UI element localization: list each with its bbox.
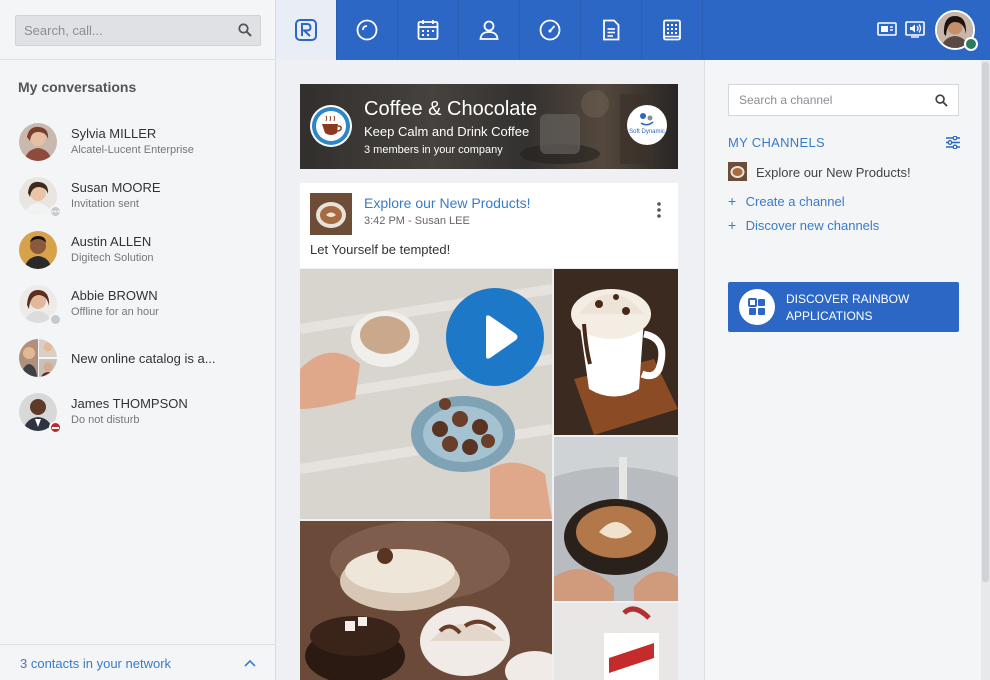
- festive-drink-image[interactable]: [554, 603, 678, 680]
- channel-feed: Coffee & Chocolate Keep Calm and Drink C…: [276, 60, 704, 680]
- discover-channels-link[interactable]: + Discover new channels: [728, 217, 879, 233]
- speaker-icon[interactable]: [905, 20, 925, 38]
- discover-applications-label: DISCOVER RAINBOW APPLICATIONS: [786, 292, 910, 323]
- nav-recent[interactable]: [337, 0, 398, 60]
- post-card: Explore our New Products! 3:42 PM - Susa…: [300, 183, 678, 268]
- nav-contacts[interactable]: [459, 0, 520, 60]
- discover-channels-label: Discover new channels: [745, 218, 880, 233]
- plus-icon: +: [728, 217, 737, 233]
- offline-status-icon: [49, 313, 62, 326]
- channel-search-box[interactable]: [728, 84, 959, 116]
- nav-dashboard[interactable]: [520, 0, 581, 60]
- divider: [0, 59, 276, 60]
- search-call-input[interactable]: [16, 16, 226, 45]
- plus-icon: +: [728, 193, 737, 209]
- conversation-item-group[interactable]: New online catalog is a...: [0, 339, 275, 389]
- channel-logo: [310, 105, 352, 147]
- conversation-item-james-thompson[interactable]: James THOMPSON Do not disturb: [0, 393, 275, 443]
- contact-icon: [479, 20, 499, 40]
- post-meta: 3:42 PM - Susan LEE: [364, 215, 470, 227]
- conversations-heading: My conversations: [18, 79, 137, 95]
- conversation-item-susan-moore[interactable]: Susan MOORE Invitation sent: [0, 177, 275, 227]
- search-icon[interactable]: [935, 94, 948, 107]
- chocolate-desserts-image[interactable]: [300, 521, 552, 680]
- document-icon: [603, 19, 620, 41]
- channel-subtitle: Keep Calm and Drink Coffee: [364, 124, 530, 139]
- rainbow-logo-icon: [295, 19, 317, 41]
- conversation-item-austin-allen[interactable]: Austin ALLEN Digitech Solution: [0, 231, 275, 281]
- channel-title: Coffee & Chocolate: [364, 98, 538, 120]
- recent-icon: [356, 19, 378, 41]
- contact-name: Abbie BROWN: [71, 288, 158, 303]
- presence-status-icon: [964, 37, 978, 51]
- contact-status-text: Invitation sent: [71, 198, 139, 210]
- channel-banner: Coffee & Chocolate Keep Calm and Drink C…: [300, 84, 678, 169]
- do-not-disturb-icon: [49, 421, 62, 434]
- contact-status-text: Offline for an hour: [71, 306, 159, 318]
- contact-company: Alcatel-Lucent Enterprise: [71, 144, 194, 156]
- my-channels-heading: MY CHANNELS: [728, 135, 825, 150]
- avatar: [19, 123, 57, 161]
- network-footer[interactable]: 3 contacts in your network: [0, 644, 276, 680]
- nav-files[interactable]: [581, 0, 642, 60]
- channel-name: Explore our New Products!: [756, 165, 911, 180]
- phone-card-icon[interactable]: [877, 20, 897, 38]
- post-media-gallery: [300, 269, 678, 680]
- scrollbar-thumb[interactable]: [982, 62, 989, 582]
- contact-name: James THOMPSON: [71, 396, 188, 411]
- play-icon: [486, 315, 518, 359]
- create-channel-label: Create a channel: [745, 194, 845, 209]
- nav-rainbow-home[interactable]: [276, 0, 337, 60]
- partner-logo: Soft Dynamic: [627, 105, 667, 145]
- more-options-icon[interactable]: [649, 200, 669, 220]
- discover-applications-button[interactable]: DISCOVER RAINBOW APPLICATIONS: [728, 282, 959, 332]
- create-channel-link[interactable]: + Create a channel: [728, 193, 845, 209]
- group-avatar: [19, 339, 57, 377]
- play-video-button[interactable]: [446, 288, 544, 386]
- channels-panel: MY CHANNELS Explore our New Products! + …: [704, 60, 990, 680]
- hot-chocolate-image[interactable]: [554, 269, 678, 435]
- contact-status-text: Do not disturb: [71, 414, 140, 426]
- channel-members: 3 members in your company: [364, 144, 503, 156]
- channel-thumbnail: [728, 162, 747, 181]
- nav-pbx[interactable]: [642, 0, 703, 60]
- contact-name: Austin ALLEN: [71, 234, 152, 249]
- conversations-sidebar: My conversations Sylvia MILLER Alcatel-L…: [0, 0, 276, 680]
- post-thumbnail: [310, 193, 352, 235]
- group-conversation-name: New online catalog is a...: [71, 351, 216, 366]
- chevron-up-icon[interactable]: [244, 657, 256, 669]
- apps-icon: [739, 289, 775, 325]
- pbx-icon: [663, 19, 681, 41]
- contact-company: Digitech Solution: [71, 252, 154, 264]
- channel-list-item[interactable]: Explore our New Products!: [728, 162, 968, 182]
- conversation-item-sylvia-miller[interactable]: Sylvia MILLER Alcatel-Lucent Enterprise: [0, 123, 275, 173]
- avatar: [19, 231, 57, 269]
- invitation-status-icon: [49, 205, 62, 218]
- latte-art-image[interactable]: [554, 437, 678, 601]
- contact-name: Susan MOORE: [71, 180, 161, 195]
- search-call-box[interactable]: [15, 15, 261, 46]
- conversation-item-abbie-brown[interactable]: Abbie BROWN Offline for an hour: [0, 285, 275, 335]
- partner-logo-text: Soft Dynamic: [629, 129, 665, 135]
- dashboard-icon: [539, 19, 561, 41]
- network-contacts-link[interactable]: 3 contacts in your network: [20, 656, 171, 671]
- calendar-icon: [417, 20, 439, 40]
- filter-settings-icon[interactable]: [946, 136, 960, 149]
- search-icon[interactable]: [238, 23, 252, 37]
- top-navigation-bar: [276, 0, 990, 60]
- post-text: Let Yourself be tempted!: [310, 242, 451, 257]
- nav-calendar[interactable]: [398, 0, 459, 60]
- post-title-link[interactable]: Explore our New Products!: [364, 195, 531, 211]
- contact-name: Sylvia MILLER: [71, 126, 157, 141]
- channel-search-input[interactable]: [729, 85, 929, 115]
